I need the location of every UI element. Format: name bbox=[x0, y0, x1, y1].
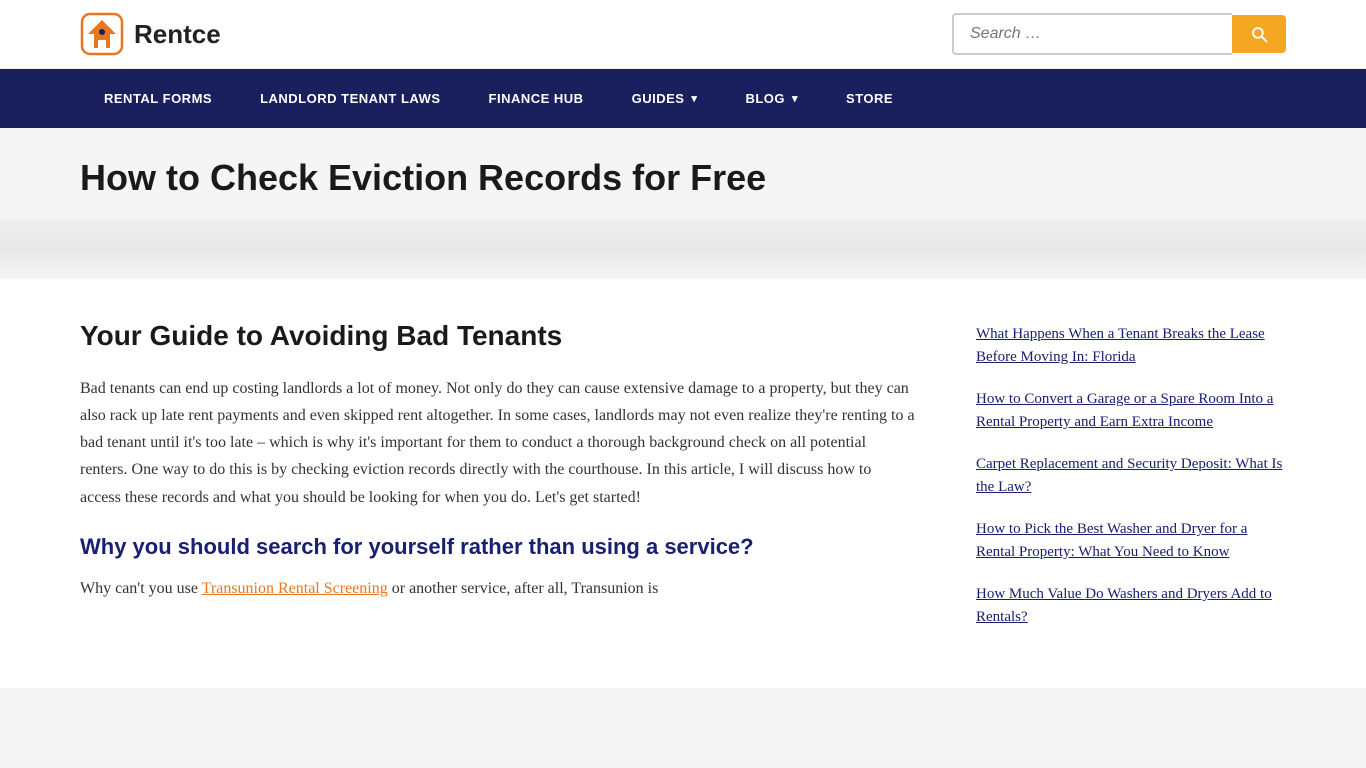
nav-item-rental-forms[interactable]: RENTAL FORMS bbox=[80, 69, 236, 128]
logo-icon bbox=[80, 12, 124, 56]
site-logo[interactable]: Rentce bbox=[80, 12, 221, 56]
transunion-link[interactable]: Transunion Rental Screening bbox=[202, 580, 388, 597]
guides-chevron-icon: ▾ bbox=[691, 92, 697, 105]
sidebar-link-2[interactable]: Carpet Replacement and Security Deposit:… bbox=[976, 453, 1286, 498]
wave-divider bbox=[0, 219, 1366, 279]
main-content: Your Guide to Avoiding Bad Tenants Bad t… bbox=[0, 279, 1366, 688]
subparagraph-text-start: Why can't you use bbox=[80, 580, 202, 597]
search-input[interactable] bbox=[952, 13, 1232, 55]
search-icon bbox=[1250, 25, 1268, 43]
nav-item-landlord-tenant[interactable]: LANDLORD TENANT LAWS bbox=[236, 69, 464, 128]
subparagraph-text-end: or another service, after all, Transunio… bbox=[388, 580, 659, 597]
nav-item-blog[interactable]: BLOG ▾ bbox=[721, 69, 822, 128]
blog-chevron-icon: ▾ bbox=[792, 92, 798, 105]
nav-item-store[interactable]: STORE bbox=[822, 69, 917, 128]
article-body-paragraph: Bad tenants can end up costing landlords… bbox=[80, 375, 916, 511]
site-header: Rentce bbox=[0, 0, 1366, 69]
article-body: Your Guide to Avoiding Bad Tenants Bad t… bbox=[80, 319, 916, 624]
article-section-heading: Your Guide to Avoiding Bad Tenants bbox=[80, 319, 916, 353]
nav-item-finance-hub[interactable]: FINANCE HUB bbox=[465, 69, 608, 128]
article-subheading: Why you should search for yourself rathe… bbox=[80, 533, 916, 562]
search-form bbox=[952, 13, 1286, 55]
page-title-area: How to Check Eviction Records for Free bbox=[0, 128, 1366, 219]
sidebar-link-3[interactable]: How to Pick the Best Washer and Dryer fo… bbox=[976, 518, 1286, 563]
sidebar: What Happens When a Tenant Breaks the Le… bbox=[976, 319, 1286, 648]
article-subparagraph: Why can't you use Transunion Rental Scre… bbox=[80, 575, 916, 602]
sidebar-link-4[interactable]: How Much Value Do Washers and Dryers Add… bbox=[976, 583, 1286, 628]
page-title: How to Check Eviction Records for Free bbox=[80, 156, 1286, 199]
logo-text: Rentce bbox=[134, 19, 221, 50]
sidebar-link-1[interactable]: How to Convert a Garage or a Spare Room … bbox=[976, 388, 1286, 433]
sidebar-link-0[interactable]: What Happens When a Tenant Breaks the Le… bbox=[976, 323, 1286, 368]
main-nav: RENTAL FORMS LANDLORD TENANT LAWS FINANC… bbox=[0, 69, 1366, 128]
nav-item-guides[interactable]: GUIDES ▾ bbox=[608, 69, 722, 128]
search-button[interactable] bbox=[1232, 15, 1286, 53]
